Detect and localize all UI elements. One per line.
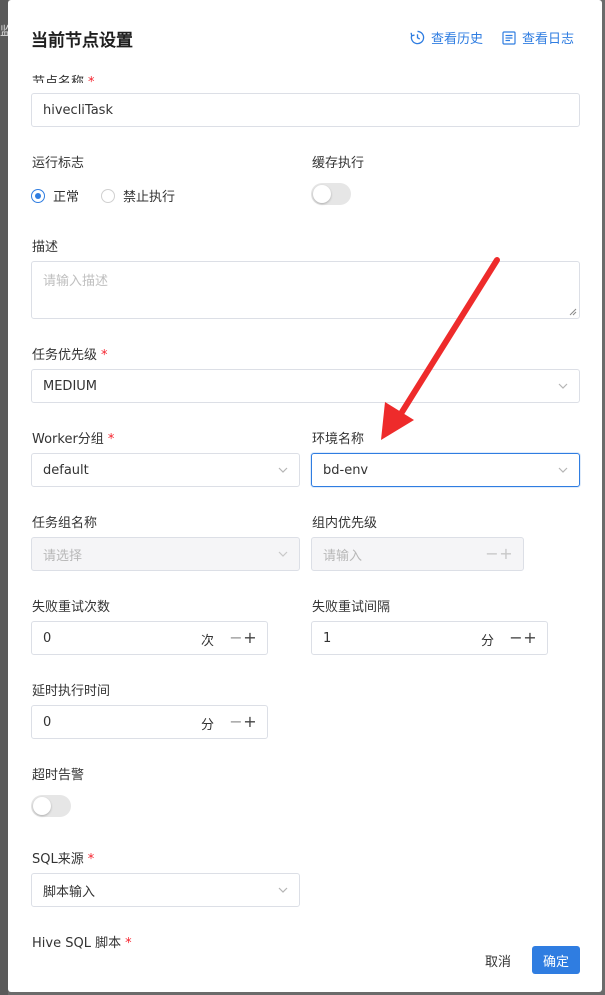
plus-icon[interactable]: + xyxy=(243,712,257,731)
modal-title: 当前节点设置 xyxy=(31,31,133,51)
chevron-down-icon xyxy=(278,467,288,473)
log-icon xyxy=(502,30,516,45)
view-log-label: 查看日志 xyxy=(522,32,575,47)
backdrop xyxy=(0,0,8,995)
worker-group-select[interactable]: default xyxy=(31,453,300,487)
confirm-button[interactable]: 确定 xyxy=(532,946,580,974)
view-history-label: 查看历史 xyxy=(431,32,484,47)
environment-name-value: bd-env xyxy=(323,462,369,478)
group-priority-stepper: − + xyxy=(485,544,513,563)
radio-forbidden[interactable] xyxy=(101,188,116,203)
description-textarea[interactable]: 请输入描述 xyxy=(31,261,580,319)
task-group-name-placeholder: 请选择 xyxy=(43,548,83,564)
task-priority-select[interactable]: MEDIUM xyxy=(31,369,580,403)
minus-icon[interactable]: − xyxy=(229,712,243,731)
cache-execution-switch[interactable] xyxy=(311,183,351,205)
sql-source-label: SQL来源 * xyxy=(32,848,94,867)
minus-icon[interactable]: − xyxy=(509,628,523,647)
hive-sql-script-label-text: Hive SQL 脚本 xyxy=(32,936,122,951)
timeout-alarm-switch[interactable] xyxy=(31,795,71,817)
group-priority-input[interactable]: 请输入 − + xyxy=(311,537,524,571)
fail-retry-times-value: 0 xyxy=(43,630,52,646)
modal-header: 当前节点设置 查看历史 查看日志 xyxy=(8,0,602,72)
task-group-name-label: 任务组名称 xyxy=(32,516,98,531)
view-history-link[interactable]: 查看历史 xyxy=(410,28,483,47)
fail-retry-times-stepper: − + xyxy=(229,628,257,647)
delay-execution-time-input[interactable]: 0 分 − + xyxy=(31,705,268,739)
fail-retry-interval-label: 失败重试间隔 xyxy=(312,600,391,615)
description-label: 描述 xyxy=(32,240,59,255)
fail-retry-interval-unit: 分 xyxy=(481,634,495,649)
task-priority-value: MEDIUM xyxy=(43,378,98,394)
required-mark: * xyxy=(101,348,108,363)
radio-normal-label[interactable]: 正常 xyxy=(53,186,79,205)
required-mark: * xyxy=(125,936,132,951)
node-settings-modal: 当前节点设置 查看历史 查看日志 节点名称* hivecliTask 运行标志 xyxy=(8,0,602,992)
plus-icon[interactable]: + xyxy=(243,628,257,647)
chevron-down-icon xyxy=(558,383,568,389)
environment-name-select[interactable]: bd-env xyxy=(311,453,580,487)
description-placeholder: 请输入描述 xyxy=(43,274,109,289)
fail-retry-interval-value: 1 xyxy=(323,630,332,646)
resize-grip-icon[interactable] xyxy=(569,308,577,316)
minus-icon[interactable]: − xyxy=(485,544,499,563)
worker-group-label: Worker分组 * xyxy=(32,428,114,447)
chevron-down-icon xyxy=(558,467,568,473)
group-priority-label: 组内优先级 xyxy=(312,516,378,531)
view-log-link[interactable]: 查看日志 xyxy=(502,28,574,47)
cancel-button[interactable]: 取消 xyxy=(474,946,522,974)
plus-icon[interactable]: + xyxy=(499,544,513,563)
switch-knob xyxy=(33,797,51,815)
fail-retry-times-unit: 次 xyxy=(201,634,215,649)
sql-source-label-text: SQL来源 xyxy=(32,852,84,867)
run-flag-radio-group: 正常 禁止执行 xyxy=(31,186,197,205)
fail-retry-interval-stepper: − + xyxy=(509,628,537,647)
sql-source-value: 脚本输入 xyxy=(43,884,96,900)
required-mark: * xyxy=(107,432,115,447)
node-name-label: 节点名称 * xyxy=(32,71,95,83)
backdrop-glyph: 监 xyxy=(0,24,8,38)
run-flag-label: 运行标志 xyxy=(32,156,85,171)
delay-execution-time-value: 0 xyxy=(43,714,52,730)
chevron-down-icon xyxy=(278,887,288,893)
cache-execution-label: 缓存执行 xyxy=(312,156,365,171)
fail-retry-times-label: 失败重试次数 xyxy=(32,600,111,615)
group-priority-placeholder: 请输入 xyxy=(323,548,363,564)
required-mark: * xyxy=(87,852,95,867)
delay-execution-time-unit: 分 xyxy=(201,718,215,733)
timeout-alarm-label: 超时告警 xyxy=(32,768,85,783)
chevron-down-icon xyxy=(278,551,288,557)
node-name-input[interactable]: hivecliTask xyxy=(31,93,580,127)
node-name-value: hivecliTask xyxy=(43,102,113,118)
minus-icon[interactable]: − xyxy=(229,628,243,647)
sql-source-select[interactable]: 脚本输入 xyxy=(31,873,300,907)
clock-icon xyxy=(410,30,425,45)
radio-normal[interactable] xyxy=(31,188,45,203)
delay-execution-time-stepper: − + xyxy=(229,712,257,731)
node-name-label-text: 节点名称 xyxy=(32,75,85,83)
task-group-name-select[interactable]: 请选择 xyxy=(31,537,300,571)
fail-retry-interval-input[interactable]: 1 分 − + xyxy=(311,621,548,655)
task-priority-label-text: 任务优先级 xyxy=(32,348,98,363)
worker-group-label-text: Worker分组 xyxy=(32,432,104,447)
required-mark: * xyxy=(88,75,95,83)
worker-group-value: default xyxy=(43,462,89,478)
plus-icon[interactable]: + xyxy=(523,628,537,647)
environment-name-label: 环境名称 xyxy=(312,432,365,447)
hive-sql-script-label: Hive SQL 脚本 * xyxy=(32,932,132,951)
switch-knob xyxy=(313,185,331,203)
task-priority-label: 任务优先级 * xyxy=(32,344,108,363)
radio-forbidden-label[interactable]: 禁止执行 xyxy=(123,186,175,205)
delay-execution-time-label: 延时执行时间 xyxy=(32,684,111,699)
fail-retry-times-input[interactable]: 0 次 − + xyxy=(31,621,268,655)
